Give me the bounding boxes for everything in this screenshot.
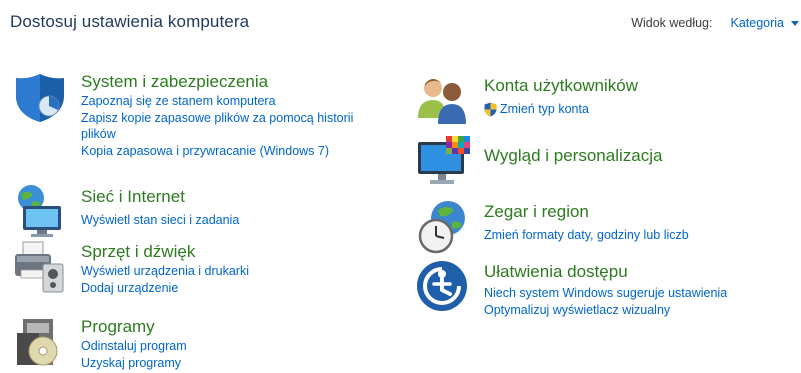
link-network-status[interactable]: Wyświetl stan sieci i zadania [81,212,239,229]
view-by-dropdown[interactable]: Kategoria [730,16,784,30]
link-suggest-settings[interactable]: Niech system Windows sugeruje ustawienia [484,285,727,302]
view-by-label: Widok według: [631,16,713,30]
category-title-ease[interactable]: Ułatwienia dostępu [484,261,727,283]
link-backup-restore[interactable]: Kopia zapasowa i przywracanie (Windows 7… [81,143,386,160]
link-optimize-display[interactable]: Optymalizuj wyświetlacz wizualny [484,302,727,319]
monitor-palette-icon[interactable] [416,136,470,190]
uac-shield-icon [484,102,497,117]
link-check-status[interactable]: Zapoznaj się ze stanem komputera [81,93,386,110]
category-title-appearance[interactable]: Wygląd i personalizacja [484,145,662,167]
shield-icon[interactable] [13,70,67,124]
link-get-programs[interactable]: Uzyskaj programy [81,355,187,372]
category-title-clock[interactable]: Zegar i region [484,201,689,223]
category-title-accounts[interactable]: Konta użytkowników [484,75,638,97]
category-title-programs[interactable]: Programy [81,316,187,338]
view-by: Widok według: Kategoria [501,16,801,30]
category-title-hardware[interactable]: Sprzęt i dźwięk [81,241,249,263]
link-file-history[interactable]: Zapisz kopie zapasowe plików za pomocą h… [81,110,386,143]
chevron-down-icon[interactable] [791,21,799,26]
clock-globe-icon[interactable] [416,200,470,254]
link-change-account-type-label: Zmień typ konta [500,102,589,116]
category-title-system[interactable]: System i zabezpieczenia [81,71,386,93]
programs-disc-icon[interactable] [13,315,67,369]
link-devices-printers[interactable]: Wyświetl urządzenia i drukarki [81,263,249,280]
page-title: Dostosuj ustawienia komputera [10,12,250,31]
printer-speaker-icon[interactable] [13,240,67,294]
link-add-device[interactable]: Dodaj urządzenie [81,280,249,297]
link-change-account-type[interactable]: Zmień typ konta [484,101,638,118]
network-globe-icon[interactable] [13,184,67,238]
link-change-formats[interactable]: Zmień formaty daty, godziny lub liczb [484,227,689,244]
ease-of-access-icon[interactable] [416,260,470,314]
category-title-network[interactable]: Sieć i Internet [81,186,239,208]
link-uninstall-program[interactable]: Odinstaluj program [81,338,187,355]
users-icon[interactable] [416,74,470,128]
